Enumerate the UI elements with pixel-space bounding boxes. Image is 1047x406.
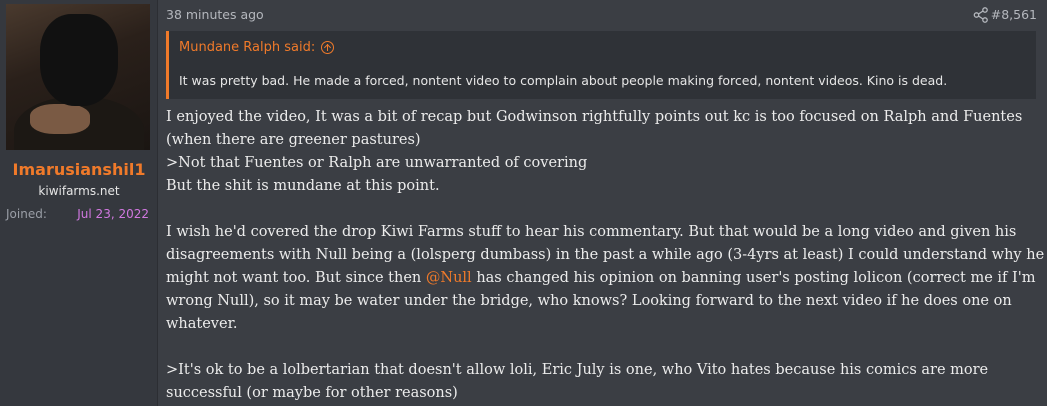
avatar[interactable] [6,4,150,150]
body-line: >Not that Fuentes or Ralph are unwarrant… [166,155,588,171]
body-text: might not want too. But since then [166,270,422,286]
user-title: kiwifarms.net [38,184,120,198]
quote-text: It was pretty bad. He made a forced, non… [179,73,948,88]
body-line: whatever. [166,316,238,332]
avatar-head-shape [40,14,118,106]
quote-block: Mundane Ralph said: It was pretty bad. H… [166,31,1036,99]
body-line: (when there are greener pastures) [166,132,421,148]
arrow-up-circle-icon[interactable] [321,41,335,54]
user-mention-link[interactable]: @Null [426,270,472,286]
quote-author: Mundane Ralph said: [179,40,316,55]
body-text: has changed his opinion on banning user'… [476,270,1036,286]
body-line: successful (or maybe for other reasons) [166,385,458,401]
body-line: I enjoyed the video, It was a bit of rec… [166,109,1023,125]
body-line: wrong Null), so it may be water under th… [166,293,1012,309]
post-number-link[interactable]: #8,561 [991,7,1037,22]
body-line: might not want too. But since then @Null… [166,267,1042,290]
post-body: I enjoyed the video, It was a bit of rec… [166,106,1045,405]
quote-author-link[interactable]: Mundane Ralph said: [179,40,335,55]
username-link[interactable]: Imarusianshil1 [0,160,158,179]
post-timestamp-link[interactable]: 38 minutes ago [166,7,264,22]
joined-date: Jul 23, 2022 [77,207,149,221]
body-line: >It's ok to be a lolbertarian that doesn… [166,362,989,378]
body-line: disagreements with Null being a (lolsper… [166,247,1045,263]
body-line: I wish he'd covered the drop Kiwi Farms … [166,224,1017,240]
joined-label: Joined: [6,207,47,221]
share-icon[interactable] [972,6,990,24]
body-line: But the shit is mundane at this point. [166,178,440,194]
avatar-hand-shape [30,104,90,134]
user-sidebar: Imarusianshil1 kiwifarms.net Joined: Jul… [0,0,158,406]
post-content: 38 minutes ago #8,561 Mundane Ralph said… [158,0,1047,406]
